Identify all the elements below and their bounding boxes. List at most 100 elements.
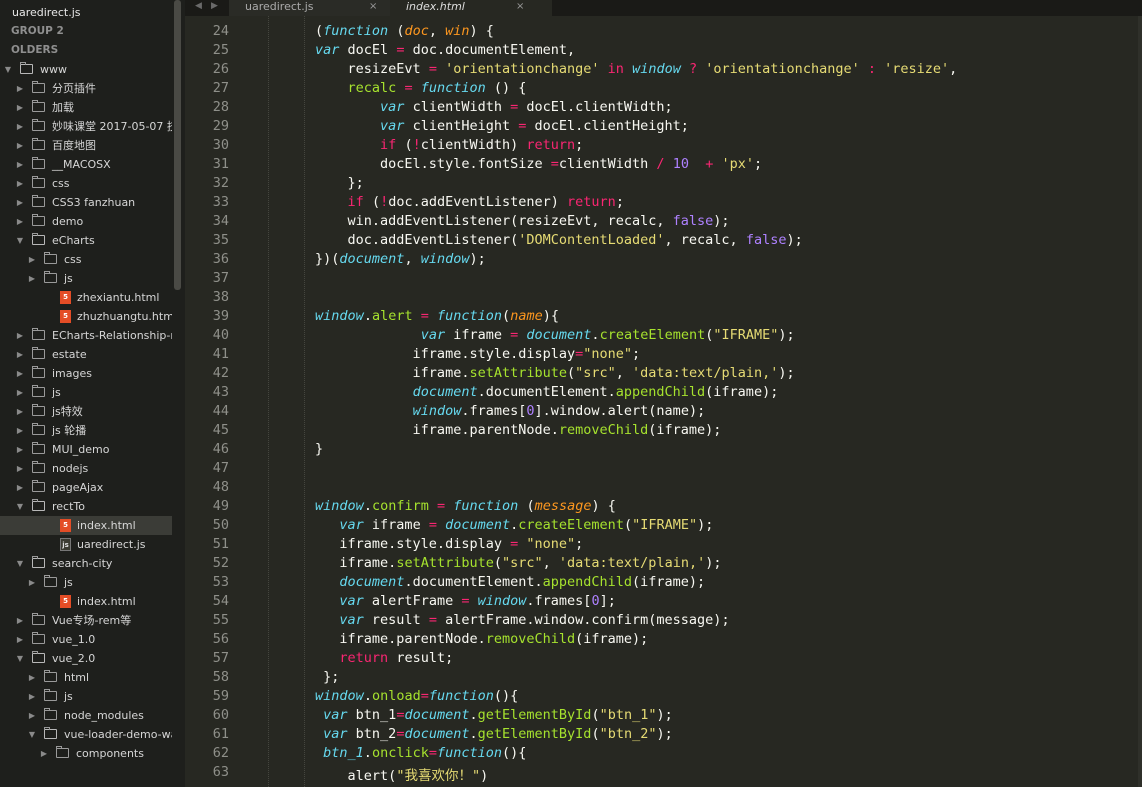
chevron-right-icon[interactable]: ▶: [27, 250, 37, 269]
sidebar-item[interactable]: ▶ js特效: [0, 402, 172, 421]
code-line[interactable]: alert("我喜欢你！"): [250, 764, 489, 784]
chevron-right-icon[interactable]: ▶: [15, 136, 25, 155]
sidebar-item[interactable]: ▼ rectTo: [0, 497, 172, 516]
code-line[interactable]: iframe.setAttribute("src", 'data:text/pl…: [250, 365, 795, 381]
chevron-down-icon[interactable]: ▼: [15, 649, 25, 668]
code-line[interactable]: if (!doc.addEventListener) return;: [250, 194, 624, 210]
editor-scrollbar[interactable]: [1138, 16, 1142, 787]
code-line[interactable]: var clientWidth = docEl.clientWidth;: [250, 99, 673, 115]
code-line[interactable]: window.alert = function(name){: [250, 308, 559, 324]
chevron-down-icon[interactable]: ▼: [3, 60, 13, 79]
code-line[interactable]: if (!clientWidth) return;: [250, 137, 583, 153]
code-line[interactable]: resizeEvt = 'orientationchange' in windo…: [250, 61, 958, 77]
code-line[interactable]: var result = alertFrame.window.confirm(m…: [250, 612, 729, 628]
sidebar-item[interactable]: ▶ 百度地图: [0, 136, 172, 155]
sidebar-item[interactable]: ▶ js 轮播: [0, 421, 172, 440]
chevron-right-icon[interactable]: ▶: [27, 668, 37, 687]
sidebar-item[interactable]: ▶ ECharts-Relationship-ma: [0, 326, 172, 345]
tab-uaredirect[interactable]: uaredirect.js ×: [229, 0, 390, 16]
sidebar-item[interactable]: ▶ vue_1.0: [0, 630, 172, 649]
sidebar-item[interactable]: ▼ eCharts: [0, 231, 172, 250]
sidebar-item[interactable]: 5 zhuzhuangtu.html: [0, 307, 172, 326]
code-line[interactable]: }: [250, 441, 323, 457]
sidebar-item[interactable]: ▼ vue_2.0: [0, 649, 172, 668]
code-line[interactable]: docEl.style.fontSize =clientWidth / 10 +…: [250, 156, 762, 172]
sidebar-item[interactable]: ▼ vue-loader-demo-wai: [0, 725, 172, 744]
code-line[interactable]: var clientHeight = docEl.clientHeight;: [250, 118, 689, 134]
code-line[interactable]: iframe.style.display="none";: [250, 346, 641, 362]
sidebar-item[interactable]: ▶ 加载: [0, 98, 172, 117]
code-line[interactable]: recalc = function () {: [250, 80, 527, 96]
chevron-right-icon[interactable]: ▶: [15, 326, 25, 345]
chevron-right-icon[interactable]: ▶: [15, 478, 25, 497]
code-line[interactable]: document.documentElement.appendChild(ifr…: [250, 384, 779, 400]
chevron-right-icon[interactable]: ▶: [27, 269, 37, 288]
code-line[interactable]: window.frames[0].window.alert(name);: [250, 403, 706, 419]
close-icon[interactable]: ×: [516, 0, 524, 13]
code-line[interactable]: document.documentElement.appendChild(ifr…: [250, 574, 705, 590]
code-line[interactable]: window.confirm = function (message) {: [250, 498, 616, 514]
chevron-right-icon[interactable]: ▶: [27, 573, 37, 592]
code-line[interactable]: window.onload=function(){: [250, 688, 518, 704]
sidebar-item[interactable]: ▼ www: [0, 60, 172, 79]
code-line[interactable]: var iframe = document.createElement("IFR…: [250, 327, 795, 343]
chevron-right-icon[interactable]: ▶: [15, 459, 25, 478]
code-line[interactable]: })(document, window);: [250, 251, 486, 267]
sidebar-item[interactable]: ▶ js: [0, 573, 172, 592]
code-line[interactable]: (function (doc, win) {: [250, 23, 494, 39]
chevron-right-icon[interactable]: ▶: [15, 421, 25, 440]
sidebar-item[interactable]: 5 zhexiantu.html: [0, 288, 172, 307]
sidebar-item[interactable]: ▶ html: [0, 668, 172, 687]
chevron-right-icon[interactable]: ▶: [15, 611, 25, 630]
chevron-right-icon[interactable]: ▶: [15, 440, 25, 459]
chevron-down-icon[interactable]: ▼: [15, 554, 25, 573]
code-line[interactable]: doc.addEventListener('DOMContentLoaded',…: [250, 232, 803, 248]
sidebar-item[interactable]: js uaredirect.js: [0, 535, 172, 554]
tab-index-html[interactable]: index.html ×: [390, 0, 552, 16]
sidebar-item[interactable]: ▶ __MACOSX: [0, 155, 172, 174]
code-line[interactable]: btn_1.onclick=function(){: [250, 745, 526, 761]
sidebar-item[interactable]: ▶ demo: [0, 212, 172, 231]
code-line[interactable]: iframe.setAttribute("src", 'data:text/pl…: [250, 555, 721, 571]
chevron-down-icon[interactable]: ▼: [15, 497, 25, 516]
chevron-down-icon[interactable]: ▼: [15, 231, 25, 250]
sidebar-item[interactable]: ▶ nodejs: [0, 459, 172, 478]
close-icon[interactable]: ×: [369, 0, 377, 13]
chevron-right-icon[interactable]: ▶: [15, 98, 25, 117]
sidebar-item[interactable]: ▶ components: [0, 744, 172, 763]
chevron-right-icon[interactable]: ▶: [15, 174, 25, 193]
sidebar-item[interactable]: 5 index.html: [0, 592, 172, 611]
chevron-right-icon[interactable]: ▶: [15, 212, 25, 231]
sidebar-scrollbar[interactable]: [174, 0, 181, 290]
sidebar-item[interactable]: uaredirect.js: [0, 3, 172, 22]
code-line[interactable]: return result;: [250, 650, 453, 666]
code-line[interactable]: iframe.parentNode.removeChild(iframe);: [250, 422, 722, 438]
sidebar-item[interactable]: ▶ pageAjax: [0, 478, 172, 497]
code-line[interactable]: var iframe = document.createElement("IFR…: [250, 517, 713, 533]
sidebar-item[interactable]: ▶ 妙味课堂 2017-05-07 技术: [0, 117, 172, 136]
chevron-right-icon[interactable]: ▶: [15, 79, 25, 98]
chevron-right-icon[interactable]: ▶: [27, 687, 37, 706]
sidebar-item[interactable]: ▶ Vue专场-rem等: [0, 611, 172, 630]
sidebar-item[interactable]: ▶ js: [0, 687, 172, 706]
tab-next-icon[interactable]: ▶: [211, 0, 218, 12]
sidebar-item[interactable]: ▶ 分页插件: [0, 79, 172, 98]
chevron-right-icon[interactable]: ▶: [15, 630, 25, 649]
chevron-right-icon[interactable]: ▶: [15, 155, 25, 174]
code-line[interactable]: var docEl = doc.documentElement,: [250, 42, 575, 58]
sidebar-item[interactable]: ▶ MUI_demo: [0, 440, 172, 459]
sidebar-item[interactable]: ▼ search-city: [0, 554, 172, 573]
sidebar-item[interactable]: ▶ js: [0, 383, 172, 402]
code-line[interactable]: };: [250, 175, 364, 191]
code-editor[interactable]: (function (doc, win) { var docEl = doc.d…: [250, 16, 1142, 787]
chevron-right-icon[interactable]: ▶: [15, 117, 25, 136]
code-line[interactable]: };: [250, 669, 339, 685]
sidebar-item[interactable]: ▶ css: [0, 250, 172, 269]
code-line[interactable]: var btn_2=document.getElementById("btn_2…: [250, 726, 673, 742]
tab-prev-icon[interactable]: ◀: [195, 0, 202, 12]
code-line[interactable]: iframe.parentNode.removeChild(iframe);: [250, 631, 648, 647]
sidebar-item[interactable]: ▶ estate: [0, 345, 172, 364]
sidebar-item[interactable]: 5 index.html: [0, 516, 172, 535]
code-line[interactable]: iframe.style.display = "none";: [250, 536, 583, 552]
chevron-right-icon[interactable]: ▶: [15, 364, 25, 383]
